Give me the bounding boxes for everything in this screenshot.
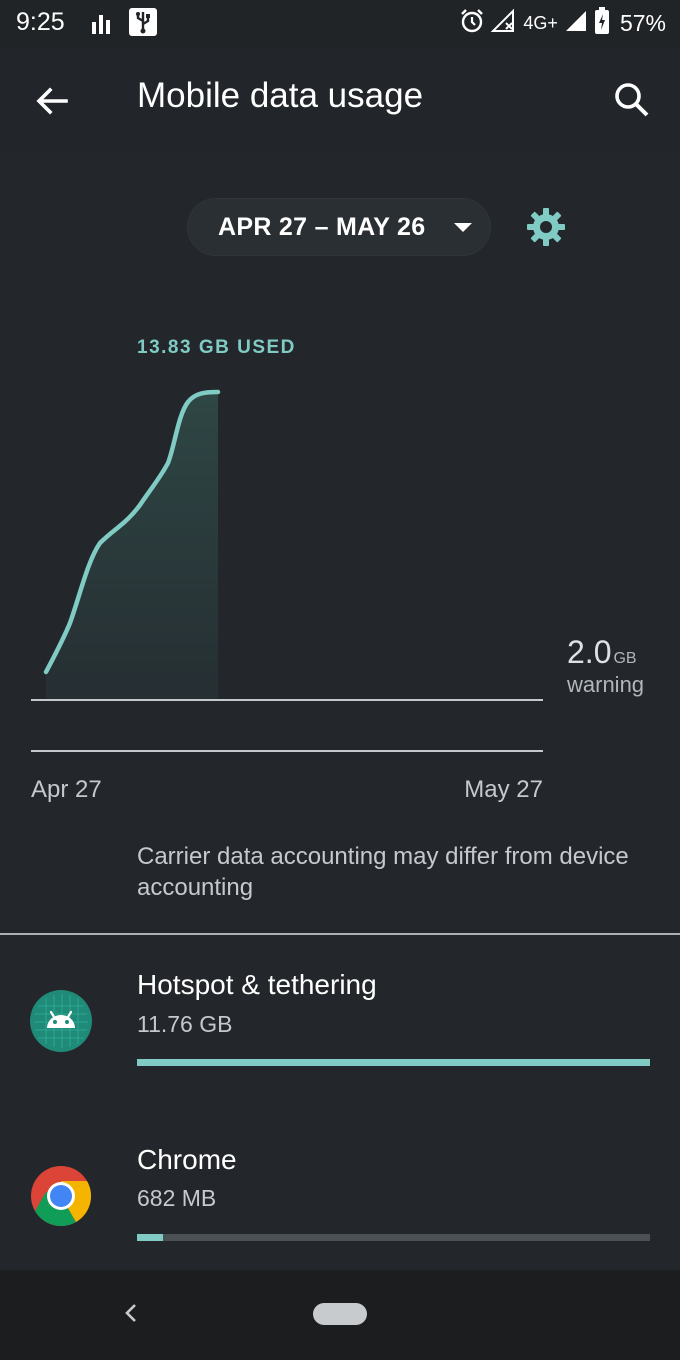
gear-icon bbox=[527, 208, 565, 246]
app-bar: Mobile data usage bbox=[0, 48, 680, 152]
status-icons: 4G+ 57% bbox=[459, 7, 666, 40]
search-icon bbox=[615, 83, 649, 117]
usage-bar-fill bbox=[137, 1234, 163, 1241]
usage-bar bbox=[137, 1059, 650, 1066]
battery-percent: 57% bbox=[619, 10, 666, 36]
cycle-label: APR 27 – MAY 26 bbox=[218, 213, 426, 241]
chart-start-date: Apr 27 bbox=[31, 776, 102, 803]
cycle-dropdown[interactable]: APR 27 – MAY 26 bbox=[187, 198, 491, 256]
usage-area bbox=[46, 392, 218, 700]
nav-home-pill[interactable] bbox=[313, 1303, 367, 1325]
used-amount: 13.83 GB USED bbox=[137, 337, 296, 358]
app-row-chrome[interactable]: Chrome 682 MB bbox=[0, 1125, 680, 1285]
dropdown-arrow-icon bbox=[454, 223, 472, 232]
chart-end-date: May 27 bbox=[464, 776, 543, 803]
nav-back-icon[interactable] bbox=[118, 1300, 144, 1326]
network-type: 4G+ bbox=[523, 13, 558, 33]
back-button[interactable] bbox=[30, 79, 74, 123]
app-name: Hotspot & tethering bbox=[137, 969, 377, 1000]
battery-charging-icon bbox=[594, 7, 610, 40]
warning-value: 2.0 GB bbox=[567, 634, 637, 671]
android-icon bbox=[30, 990, 92, 1052]
status-bar: 9:25 4G+ 57% bbox=[0, 0, 680, 48]
warning-label: warning bbox=[567, 672, 645, 697]
usage-bar bbox=[137, 1234, 650, 1241]
no-signal-icon bbox=[491, 8, 517, 39]
app-row-hotspot[interactable]: Hotspot & tethering 11.76 GB bbox=[0, 950, 680, 1110]
usage-bar-fill bbox=[137, 1059, 650, 1066]
cell-signal-icon bbox=[564, 9, 588, 38]
usb-icon bbox=[128, 7, 158, 42]
alarm-icon bbox=[459, 8, 485, 39]
usage-chart bbox=[31, 389, 543, 752]
search-button[interactable] bbox=[610, 78, 654, 122]
status-time: 9:25 bbox=[16, 8, 65, 36]
signal-bars-icon bbox=[92, 12, 112, 39]
back-arrow-icon bbox=[36, 87, 68, 115]
navigation-bar bbox=[0, 1270, 680, 1360]
section-divider bbox=[0, 933, 680, 935]
app-usage: 682 MB bbox=[137, 1185, 217, 1211]
chrome-icon bbox=[31, 1166, 92, 1227]
warning-unit: GB bbox=[613, 650, 637, 667]
app-usage: 11.76 GB bbox=[137, 1011, 233, 1037]
app-name: Chrome bbox=[137, 1144, 237, 1175]
carrier-note: Carrier data accounting may differ from … bbox=[137, 843, 629, 901]
page-title: Mobile data usage bbox=[137, 76, 424, 115]
warning-number: 2.0 bbox=[567, 634, 612, 670]
data-settings-button[interactable] bbox=[525, 206, 567, 248]
